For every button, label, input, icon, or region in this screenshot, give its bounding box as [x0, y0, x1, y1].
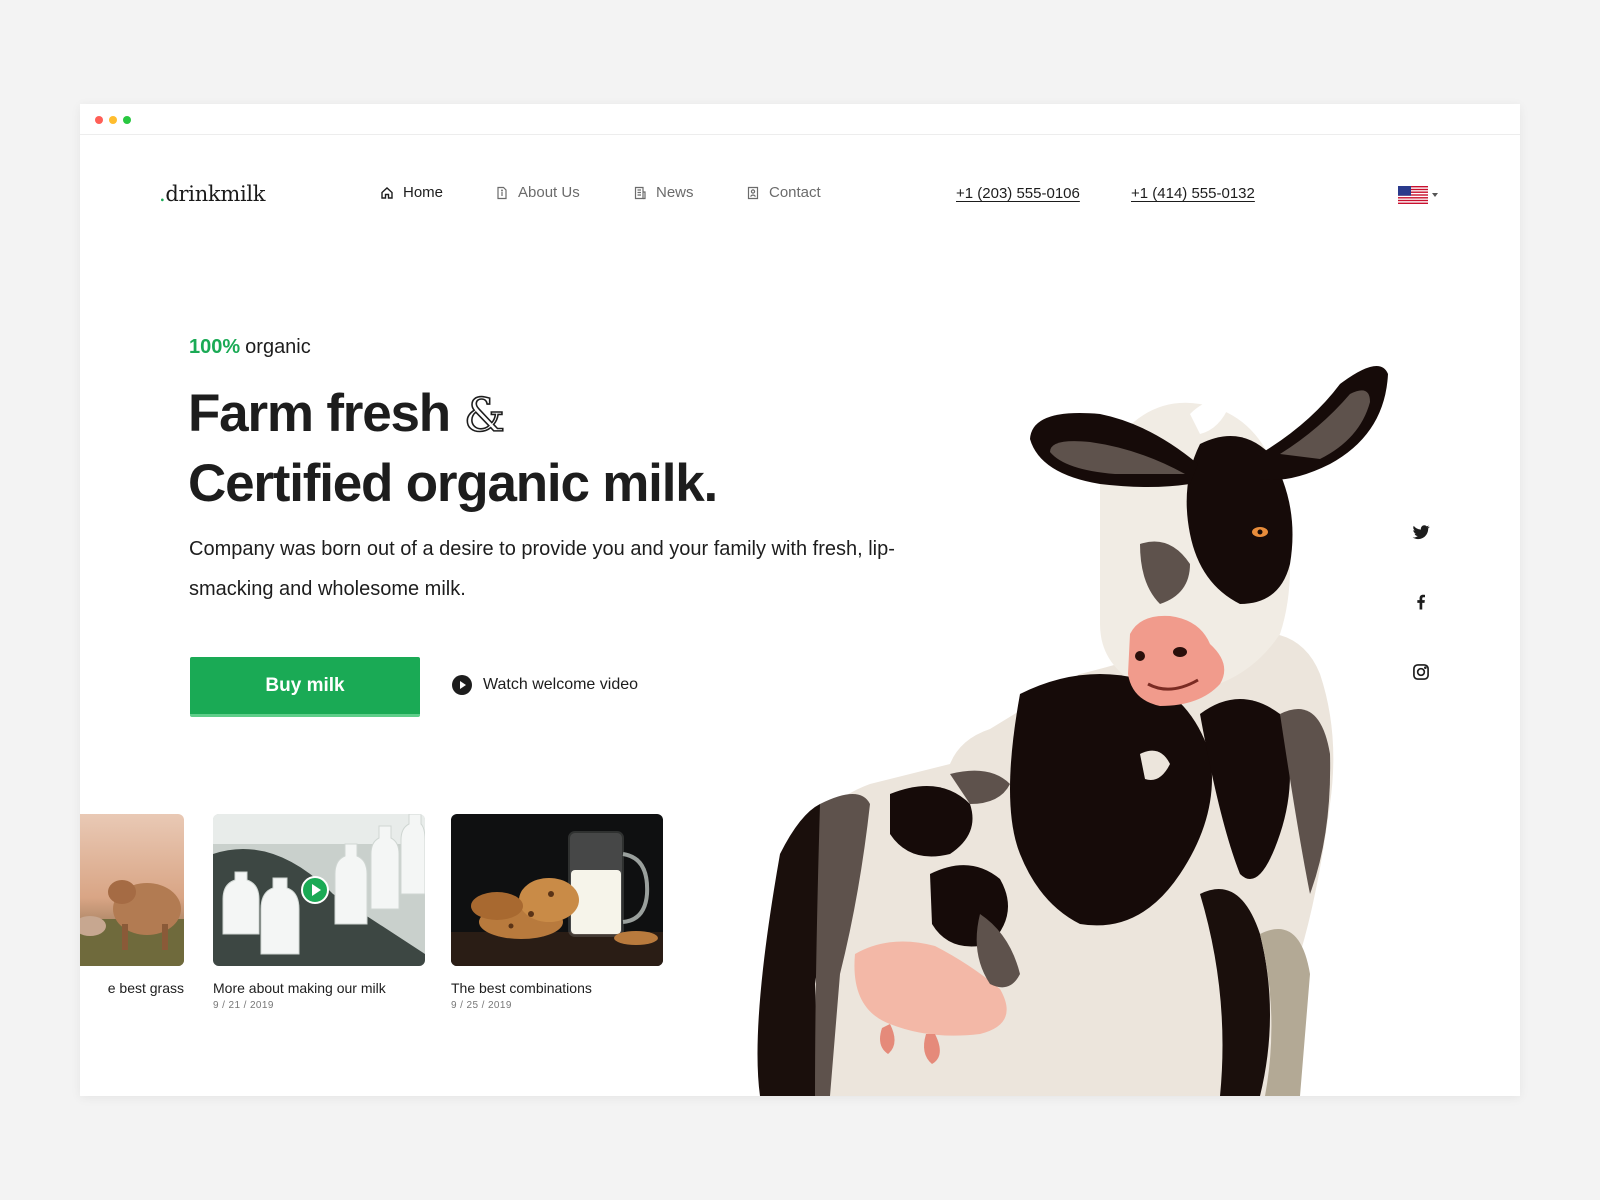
- card-image-cows-grazing: [80, 814, 184, 966]
- twitter-icon: [1412, 525, 1430, 540]
- nav-label: About Us: [518, 184, 580, 201]
- hero-title-line-2: Certified organic milk.: [188, 454, 718, 513]
- minimize-window-button[interactable]: [109, 116, 117, 124]
- play-circle-icon: [452, 675, 472, 695]
- phone-link-2[interactable]: +1 (414) 555-0132: [1131, 185, 1255, 202]
- home-icon: [381, 186, 393, 199]
- card-title: The best combinations: [451, 980, 592, 996]
- newspaper-icon: [634, 186, 646, 199]
- browser-window: .drinkmilk Home About Us News Contact +1…: [80, 104, 1520, 1096]
- facebook-link[interactable]: [1411, 592, 1431, 612]
- contact-book-icon: [747, 186, 759, 199]
- language-selector[interactable]: [1398, 186, 1438, 204]
- play-icon[interactable]: [301, 876, 329, 904]
- instagram-icon: [1413, 664, 1429, 680]
- us-flag-icon: [1398, 186, 1428, 204]
- nav-item-contact[interactable]: Contact: [746, 184, 821, 201]
- card-image-milk-and-cookies: [451, 814, 663, 966]
- card-title: More about making our milk: [213, 980, 386, 996]
- card-date: 9 / 25 / 2019: [451, 1000, 512, 1011]
- phone-link-1[interactable]: +1 (203) 555-0106: [956, 185, 1080, 202]
- nav-item-about[interactable]: About Us: [495, 184, 580, 201]
- hero-eyebrow: 100% organic: [189, 336, 311, 359]
- buy-milk-button[interactable]: Buy milk: [190, 657, 420, 717]
- eyebrow-percent: 100%: [189, 336, 241, 358]
- window-titlebar: [80, 104, 1520, 135]
- ampersand-glyph: &: [463, 387, 506, 443]
- hero-title-line-1: Farm fresh &: [188, 384, 506, 445]
- watch-video-label: Watch welcome video: [483, 676, 639, 693]
- cow-illustration: [757, 366, 1388, 1096]
- eyebrow-text: organic: [245, 336, 311, 358]
- brand-logo[interactable]: .drinkmilk: [159, 182, 266, 206]
- hero-title-text: Farm fresh: [188, 384, 451, 443]
- facebook-icon: [1417, 594, 1425, 610]
- card-image-milk-bottles: [213, 814, 425, 966]
- instagram-link[interactable]: [1411, 662, 1431, 682]
- twitter-link[interactable]: [1411, 522, 1431, 542]
- logo-text: drinkmilk: [165, 182, 266, 206]
- nav-label: Home: [403, 184, 444, 201]
- nav-label: News: [656, 184, 694, 201]
- news-card[interactable]: More about making our milk 9 / 21 / 2019: [213, 814, 425, 1011]
- nav-item-home[interactable]: Home: [380, 184, 443, 201]
- maximize-window-button[interactable]: [123, 116, 131, 124]
- document-icon: [497, 186, 507, 199]
- nav-label: Contact: [769, 184, 821, 201]
- news-card[interactable]: The best combinations 9 / 25 / 2019: [451, 814, 663, 1011]
- card-title: e best grass: [107, 980, 184, 996]
- chevron-down-icon: [1432, 193, 1438, 197]
- card-date: 9 / 21 / 2019: [213, 1000, 274, 1011]
- watch-video-link[interactable]: Watch welcome video: [452, 675, 638, 695]
- nav-item-news[interactable]: News: [633, 184, 694, 201]
- close-window-button[interactable]: [95, 116, 103, 124]
- news-card[interactable]: e best grass: [80, 814, 184, 996]
